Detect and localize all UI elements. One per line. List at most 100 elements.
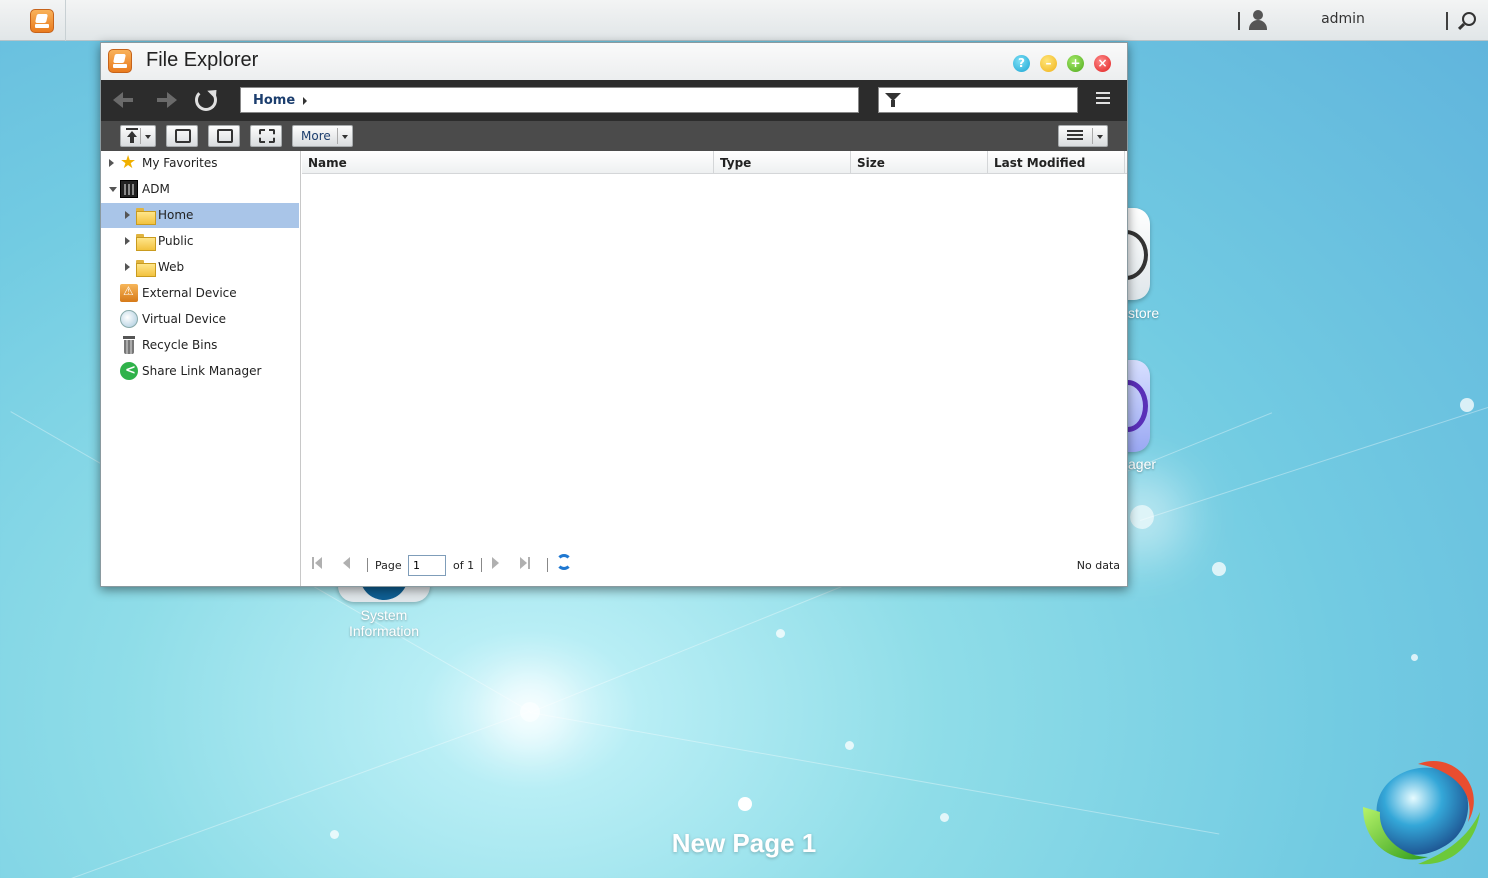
light-ray <box>529 712 1220 835</box>
new-folder-icon <box>175 129 191 143</box>
username-label[interactable]: admin <box>1300 11 1386 27</box>
filter-icon <box>885 92 901 108</box>
light-ray <box>1140 396 1488 521</box>
sparkle <box>1411 654 1418 661</box>
move-icon <box>217 129 233 143</box>
recycle-bin-icon <box>120 336 138 354</box>
desktop-icon-label: store <box>1128 305 1160 321</box>
virtual-device-icon <box>120 310 138 328</box>
desktop-icon-label: ager <box>1128 456 1157 472</box>
sparkle <box>330 830 339 839</box>
window-title: File Explorer <box>146 49 259 71</box>
action-toolbar: More <box>101 121 1127 151</box>
select-all-button[interactable] <box>250 125 282 147</box>
sparkle <box>776 629 785 638</box>
taskbar-app-button[interactable] <box>0 0 66 41</box>
tree-item-external-device[interactable]: External Device <box>101 281 299 306</box>
tree-item-label: Share Link Manager <box>142 364 262 378</box>
file-explorer-app-icon <box>30 9 54 33</box>
search-icon[interactable] <box>1457 11 1477 31</box>
tree-item-public[interactable]: Public <box>101 229 299 254</box>
minimize-button[interactable]: – <box>1040 55 1057 72</box>
column-header-name[interactable]: Name <box>302 151 714 174</box>
column-header-size[interactable]: Size <box>851 151 988 174</box>
new-folder-button[interactable] <box>166 125 198 147</box>
first-page-icon[interactable] <box>310 556 324 570</box>
desktop-page-title: New Page 1 <box>671 828 817 858</box>
chevron-down-icon <box>1097 135 1103 139</box>
tree-item-virtual-device[interactable]: Virtual Device <box>101 307 299 332</box>
more-button-label: More <box>301 129 331 143</box>
help-button[interactable]: ? <box>1013 55 1030 72</box>
view-mode-button[interactable] <box>1058 125 1108 147</box>
sparkle <box>520 702 540 722</box>
share-icon <box>120 362 138 380</box>
expand-arrow-icon[interactable] <box>125 263 130 271</box>
view-options-icon[interactable] <box>1096 92 1112 108</box>
page-number-input[interactable] <box>408 555 446 576</box>
light-ray <box>59 711 530 878</box>
page-label: Page <box>375 559 402 572</box>
user-icon[interactable] <box>1248 10 1268 30</box>
filter-input[interactable] <box>878 87 1078 113</box>
tree-item-home[interactable]: Home <box>101 203 299 228</box>
last-page-icon[interactable] <box>518 556 532 570</box>
pager-status: No data <box>1076 559 1120 572</box>
breadcrumb-item-home[interactable]: Home <box>253 93 295 108</box>
column-header-last-modified[interactable]: Last Modified <box>988 151 1125 174</box>
sparkle <box>1460 398 1474 412</box>
tree-item-web[interactable]: Web <box>101 255 299 280</box>
refresh-icon[interactable] <box>556 554 572 570</box>
tree-item-label: Web <box>158 260 185 274</box>
file-list: Name Type Size Last Modified Page of 1 N… <box>302 151 1127 586</box>
chevron-down-icon[interactable] <box>145 135 151 139</box>
taskbar-separator <box>1446 12 1448 30</box>
sparkle <box>940 813 949 822</box>
folder-icon <box>136 206 156 225</box>
desktop-icon-label: System Information <box>330 607 438 639</box>
desktop-icon-label-line: System <box>360 607 408 623</box>
tree-item-label: My Favorites <box>142 156 218 170</box>
refresh-icon[interactable] <box>195 89 217 111</box>
external-device-icon <box>120 284 138 302</box>
move-button[interactable] <box>208 125 240 147</box>
previous-page-icon[interactable] <box>338 556 352 570</box>
forward-arrow-icon[interactable] <box>153 90 177 110</box>
window-titlebar[interactable]: File Explorer ? – + × <box>101 43 1127 80</box>
file-list-body[interactable] <box>302 174 1127 544</box>
close-button[interactable]: × <box>1094 55 1111 72</box>
tree-item-my-favorites[interactable]: ★ My Favorites <box>101 151 299 176</box>
tree-item-label: Public <box>158 234 194 248</box>
tree-item-adm[interactable]: ADM <box>101 177 299 202</box>
tree-item-label: Home <box>158 208 194 222</box>
sparkle <box>1212 562 1226 576</box>
taskbar: admin <box>0 0 1488 41</box>
breadcrumb[interactable]: Home <box>240 87 859 113</box>
file-explorer-app-icon <box>108 49 132 73</box>
tree-item-share-link-manager[interactable]: Share Link Manager <box>101 359 299 384</box>
page-indicator-dot[interactable] <box>738 797 752 811</box>
folder-tree: ★ My Favorites ADM Home Public Web Exter… <box>101 151 301 586</box>
pager-separator <box>367 558 368 572</box>
sparkle <box>1130 505 1154 529</box>
expand-arrow-icon[interactable] <box>125 211 130 219</box>
maximize-button[interactable]: + <box>1067 55 1084 72</box>
folder-icon <box>136 258 156 277</box>
back-arrow-icon[interactable] <box>113 90 137 110</box>
more-button[interactable]: More <box>292 125 353 147</box>
collapse-arrow-icon[interactable] <box>109 187 117 192</box>
pager-separator <box>547 558 548 572</box>
list-view-icon <box>1067 130 1083 142</box>
tree-item-label: Recycle Bins <box>142 338 218 352</box>
chevron-right-icon[interactable] <box>303 96 308 105</box>
server-icon <box>120 180 138 198</box>
tree-item-recycle-bins[interactable]: Recycle Bins <box>101 333 299 358</box>
column-header-type[interactable]: Type <box>714 151 851 174</box>
next-page-icon[interactable] <box>490 556 504 570</box>
upload-button[interactable] <box>120 125 156 147</box>
file-explorer-window: File Explorer ? – + × Home More ★ My Fav… <box>100 42 1128 587</box>
star-icon: ★ <box>120 152 137 173</box>
expand-arrow-icon[interactable] <box>125 237 130 245</box>
expand-arrow-icon[interactable] <box>109 159 114 167</box>
chevron-down-icon <box>342 135 348 139</box>
